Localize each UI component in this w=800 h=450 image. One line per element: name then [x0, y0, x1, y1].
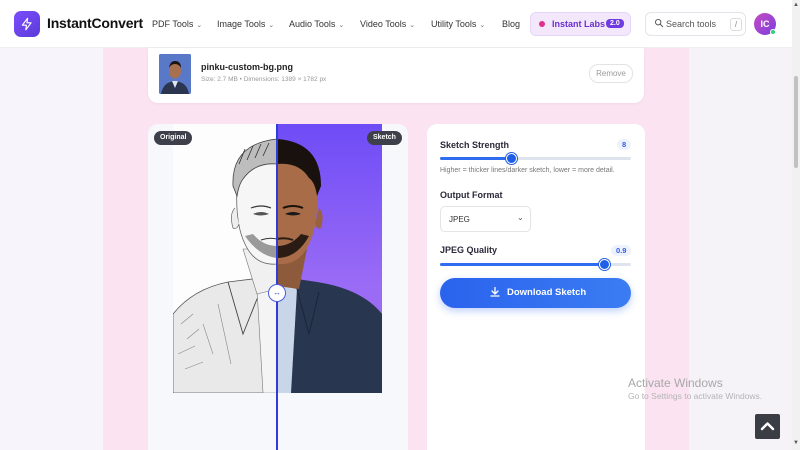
chevron-down-icon: ⌄ — [479, 22, 486, 29]
online-status-dot — [770, 29, 776, 35]
page-background-left — [0, 48, 103, 450]
nav-label: Image Tools — [217, 19, 266, 29]
sketch-strength-fill — [440, 157, 511, 160]
output-format-select[interactable]: JPEG ⌄ — [440, 206, 531, 232]
remove-button[interactable]: Remove — [589, 64, 633, 83]
scroll-down-arrow-icon[interactable]: ▼ — [793, 440, 799, 446]
original-label-badge: Original — [154, 131, 193, 145]
output-format-value: JPEG — [449, 215, 470, 224]
search-tools-input[interactable]: Search tools / — [645, 12, 746, 36]
sketch-strength-value: 8 — [617, 139, 632, 150]
scrollbar-thumb[interactable] — [794, 76, 798, 168]
original-photo-image — [277, 124, 382, 393]
search-icon — [655, 19, 664, 28]
download-icon — [490, 286, 500, 297]
nav-audio-tools[interactable]: Audio Tools ⌄ — [289, 19, 344, 29]
sketch-label-badge: Sketch — [367, 131, 402, 145]
chevron-down-icon: ⌄ — [517, 213, 524, 222]
chevron-down-icon: ⌄ — [268, 22, 275, 29]
file-thumbnail — [159, 54, 191, 94]
sketch-preview-image — [173, 124, 277, 393]
activate-windows-title: Activate Windows — [628, 376, 723, 390]
scroll-up-arrow-icon[interactable]: ▲ — [793, 2, 799, 8]
page-scrollbar[interactable]: ▲ ▼ — [792, 0, 800, 450]
chevron-down-icon: ⌄ — [338, 22, 345, 29]
chevron-down-icon: ⌄ — [196, 22, 203, 29]
sketch-strength-thumb[interactable] — [506, 153, 517, 164]
nav-video-tools[interactable]: Video Tools ⌄ — [360, 19, 415, 29]
activate-windows-subtitle: Go to Settings to activate Windows. — [628, 391, 763, 401]
jpeg-quality-slider[interactable] — [440, 259, 631, 270]
scroll-to-top-button[interactable] — [755, 414, 780, 439]
top-navigation-bar: InstantConvert PDF Tools ⌄ Image Tools ⌄ A… — [0, 0, 792, 48]
search-placeholder: Search tools — [666, 19, 717, 29]
nav-label: Video Tools — [360, 19, 407, 29]
nav-blog[interactable]: Blog — [502, 19, 520, 29]
nav-label: Utility Tools — [431, 19, 477, 29]
chevron-down-icon: ⌄ — [409, 22, 416, 29]
jpeg-quality-thumb[interactable] — [599, 259, 610, 270]
file-name: pinku-custom-bg.png — [201, 62, 293, 72]
instant-labs-button[interactable]: Instant Labs 2.0 — [530, 12, 631, 36]
download-label: Download Sketch — [507, 287, 587, 298]
compare-slider-handle[interactable]: ↔ — [268, 284, 286, 302]
nav-label: Blog — [502, 19, 521, 29]
file-meta: Size: 2.7 MB • Dimensions: 1389 × 1782 p… — [201, 76, 327, 83]
labs-label: Instant Labs — [552, 19, 606, 29]
sketch-strength-slider[interactable] — [440, 153, 631, 164]
preview-card: ↔ Original Sketch — [148, 124, 408, 450]
nav-image-tools[interactable]: Image Tools ⌄ — [217, 19, 274, 29]
search-shortcut-key: / — [730, 18, 742, 31]
sketch-strength-label: Sketch Strength — [440, 140, 510, 150]
logo-text[interactable]: InstantConvert — [47, 15, 143, 31]
labs-dot-icon — [539, 21, 545, 27]
settings-panel: Sketch Strength 8 Higher = thicker lines… — [427, 124, 645, 450]
jpeg-quality-fill — [440, 263, 604, 266]
nav-pdf-tools[interactable]: PDF Tools ⌄ — [152, 19, 202, 29]
jpeg-quality-value: 0.9 — [611, 245, 632, 256]
download-sketch-button[interactable]: Download Sketch — [440, 278, 631, 308]
uploaded-file-card: pinku-custom-bg.png Size: 2.7 MB • Dimen… — [148, 48, 644, 103]
nav-utility-tools[interactable]: Utility Tools ⌄ — [431, 19, 485, 29]
output-format-label: Output Format — [440, 190, 503, 200]
nav-label: PDF Tools — [152, 19, 194, 29]
sketch-strength-hint: Higher = thicker lines/darker sketch, lo… — [440, 167, 615, 174]
nav-label: Audio Tools — [289, 19, 336, 29]
labs-version-badge: 2.0 — [606, 19, 624, 28]
logo-bolt-icon[interactable] — [14, 11, 40, 37]
chevron-up-icon — [760, 422, 775, 431]
jpeg-quality-label: JPEG Quality — [440, 245, 498, 255]
